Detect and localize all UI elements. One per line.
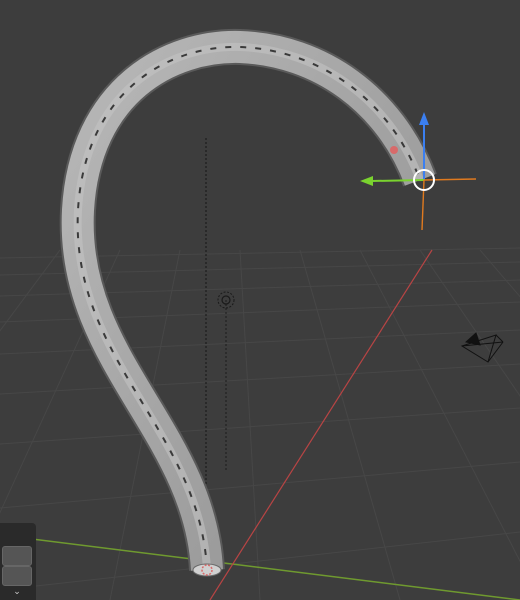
gizmo-x-axis[interactable] xyxy=(423,178,477,181)
gizmo-z-arrow[interactable] xyxy=(419,112,429,125)
3d-viewport[interactable] xyxy=(0,0,520,600)
curve-handle-point[interactable] xyxy=(390,146,398,154)
curve-end-cap xyxy=(192,563,222,577)
toolbar-button-2[interactable] xyxy=(2,566,32,586)
gizmo-y-axis[interactable] xyxy=(371,179,425,182)
y-axis-line xyxy=(0,534,520,600)
camera-object-icon[interactable] xyxy=(460,332,504,363)
gizmo-y-arrow[interactable] xyxy=(360,176,373,186)
gizmo-x-axis-negative[interactable] xyxy=(421,179,425,231)
chevron-down-icon[interactable]: ⌄ xyxy=(2,587,32,598)
side-toolbar: ⌄ xyxy=(0,523,36,600)
toolbar-button-1[interactable] xyxy=(2,546,32,566)
